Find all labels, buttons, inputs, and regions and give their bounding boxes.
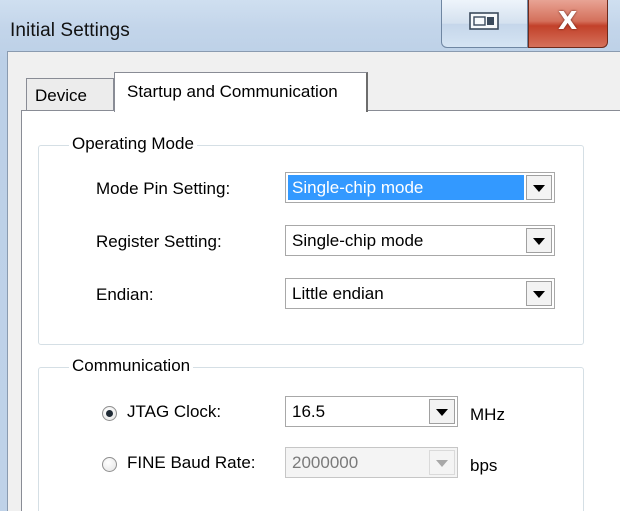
tab-startup-label: Startup and Communication xyxy=(127,82,338,101)
endian-dropdown[interactable]: Little endian xyxy=(285,278,555,309)
chevron-down-icon xyxy=(533,238,545,245)
communication-legend: Communication xyxy=(69,356,194,376)
close-button[interactable]: X xyxy=(528,0,608,48)
fine-baud-rate-unit: bps xyxy=(470,456,498,475)
dialog-window: Initial Settings X Device Startup and Co… xyxy=(0,0,620,511)
chevron-down-icon xyxy=(533,291,545,298)
fine-baud-rate-radio[interactable] xyxy=(102,457,117,472)
fine-baud-rate-dropdown[interactable]: 2000000 xyxy=(285,447,458,478)
tab-startup-and-communication[interactable]: Startup and Communication xyxy=(114,72,368,112)
mode-pin-setting-label: Mode Pin Setting: xyxy=(96,179,231,198)
jtag-clock-value: 16.5 xyxy=(292,402,326,421)
fine-baud-rate-value: 2000000 xyxy=(292,453,359,472)
jtag-clock-dropdown[interactable]: 16.5 xyxy=(285,396,458,427)
communication-group xyxy=(38,367,584,511)
window-title: Initial Settings xyxy=(10,20,130,41)
tab-device[interactable]: Device xyxy=(26,78,114,110)
jtag-clock-radio[interactable] xyxy=(102,406,117,421)
chevron-down-icon xyxy=(533,185,545,192)
jtag-clock-unit: MHz xyxy=(470,405,505,424)
mode-pin-setting-dropdown[interactable]: Single-chip mode xyxy=(285,172,555,203)
mode-pin-setting-value: Single-chip mode xyxy=(292,178,424,197)
chevron-down-icon xyxy=(436,409,448,416)
restore-button[interactable] xyxy=(441,0,528,48)
register-setting-label: Register Setting: xyxy=(96,232,222,251)
endian-value: Little endian xyxy=(292,284,384,303)
operating-mode-legend: Operating Mode xyxy=(69,134,197,154)
endian-label: Endian: xyxy=(96,285,154,304)
register-setting-dropdown[interactable]: Single-chip mode xyxy=(285,225,555,256)
close-icon: X xyxy=(558,6,578,35)
restore-icon xyxy=(469,12,499,30)
register-setting-value: Single-chip mode xyxy=(292,231,424,250)
chevron-down-icon xyxy=(436,460,448,467)
jtag-clock-label[interactable]: JTAG Clock: xyxy=(127,402,221,422)
dropdown-button[interactable] xyxy=(429,399,455,424)
tab-device-label: Device xyxy=(35,86,87,105)
dropdown-button[interactable] xyxy=(526,228,552,253)
dropdown-button[interactable] xyxy=(526,175,552,200)
dropdown-button xyxy=(429,450,455,475)
fine-baud-rate-label[interactable]: FINE Baud Rate: xyxy=(127,453,256,473)
radio-selected-dot xyxy=(106,410,113,417)
dropdown-button[interactable] xyxy=(526,281,552,306)
